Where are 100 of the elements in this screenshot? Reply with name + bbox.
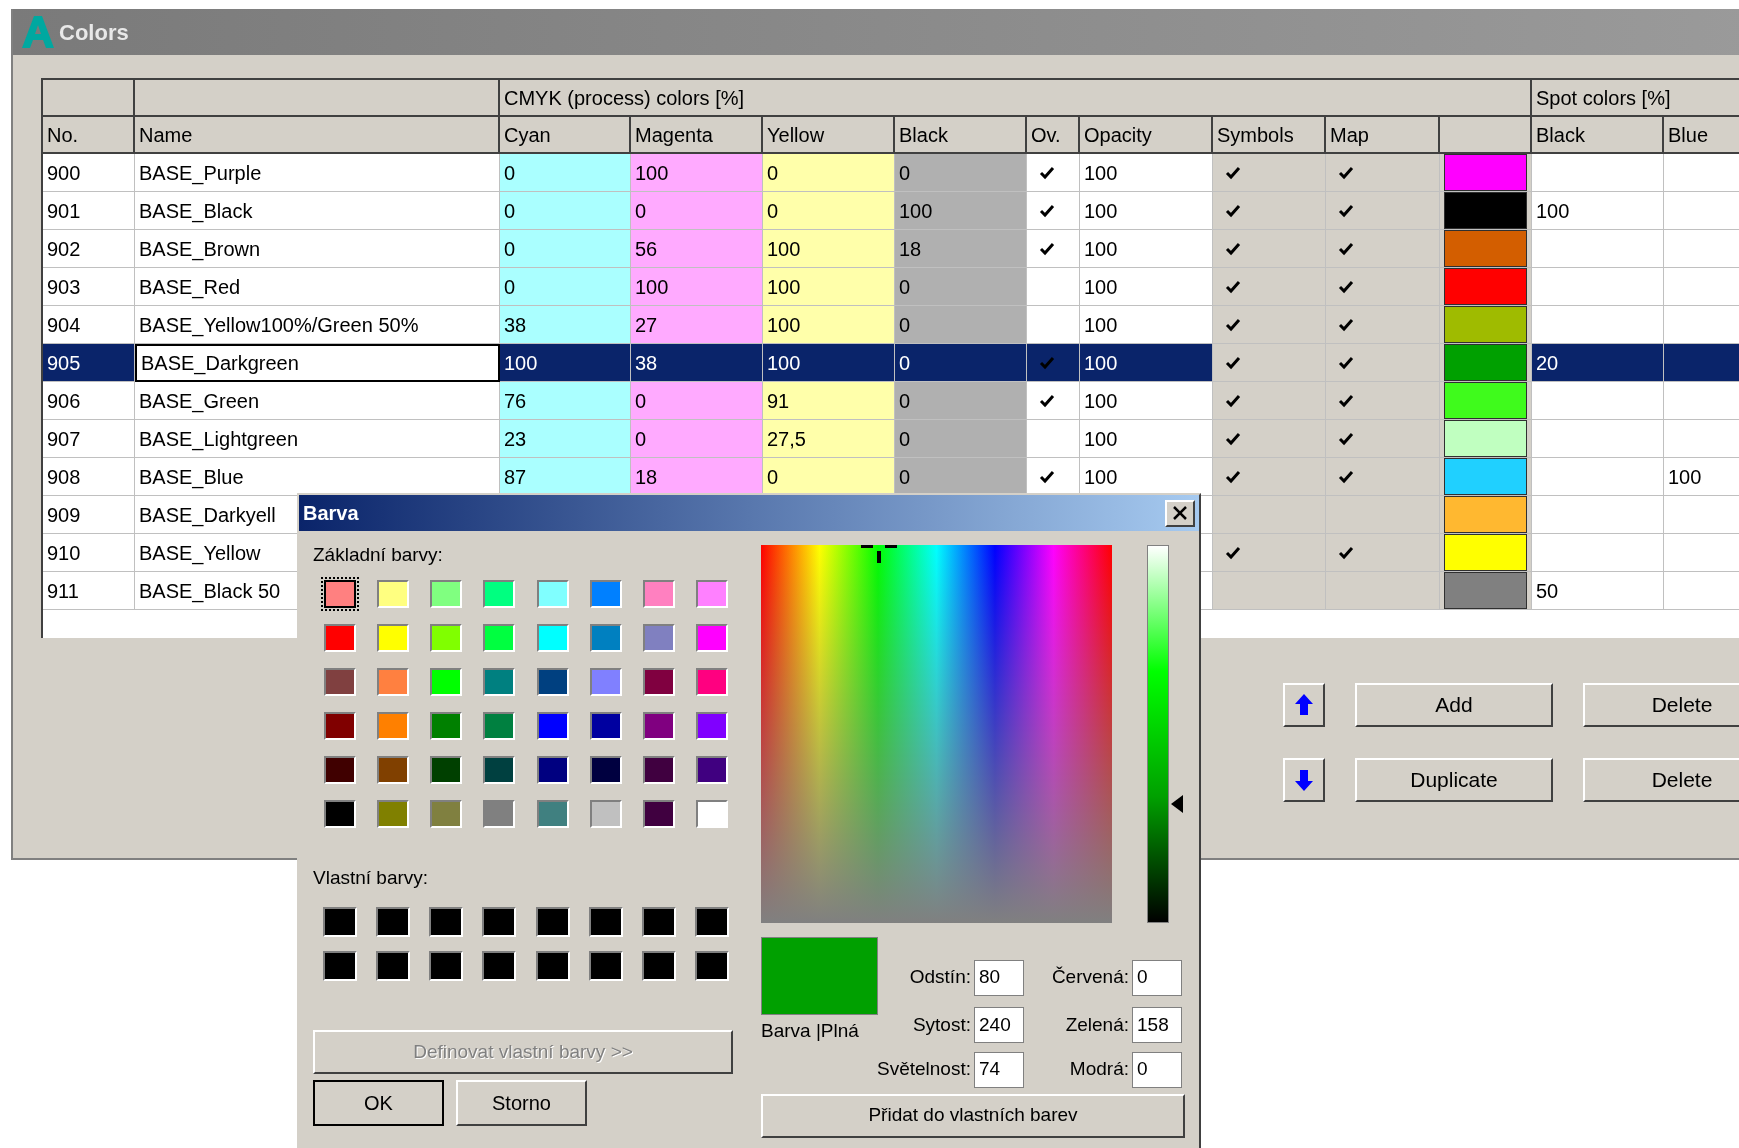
check-cell[interactable] xyxy=(1213,496,1326,534)
custom-color-choice[interactable] xyxy=(588,951,623,981)
slider-arrow-icon[interactable] xyxy=(1171,795,1183,813)
check-cell[interactable] xyxy=(1213,534,1326,572)
table-row[interactable]: 900 BASE_Purple 0 100 0 0 100 xyxy=(43,154,1739,192)
table-cell: 18 xyxy=(895,230,1027,268)
custom-color-choice[interactable] xyxy=(322,951,357,981)
check-icon xyxy=(1338,203,1354,218)
check-icon xyxy=(1039,203,1055,218)
custom-color-choice[interactable] xyxy=(695,907,730,937)
table-cell: 100 xyxy=(631,154,763,192)
check-icon xyxy=(1039,469,1055,484)
check-cell[interactable] xyxy=(1326,306,1440,344)
number-field[interactable]: 0 xyxy=(1132,1051,1182,1088)
number-field[interactable]: 0 xyxy=(1132,959,1182,996)
custom-color-choice[interactable] xyxy=(482,951,517,981)
move-down-button[interactable] xyxy=(1283,758,1325,802)
custom-color-choice[interactable] xyxy=(535,907,570,937)
table-cell: 0 xyxy=(895,420,1027,458)
table-row[interactable]: 904 BASE_Yellow100%/Green 50% 38 27 100 0 100 xyxy=(43,306,1739,344)
column-group-header: Spot colors [%] xyxy=(1532,80,1739,115)
check-cell[interactable] xyxy=(1326,572,1440,610)
custom-color-choice[interactable] xyxy=(695,951,730,981)
table-row[interactable]: 907 BASE_Lightgreen 23 0 27,5 0 100 xyxy=(43,420,1739,458)
close-button[interactable] xyxy=(1165,499,1195,527)
table-cell: 0 xyxy=(895,306,1027,344)
check-icon xyxy=(1225,241,1241,256)
color-choice[interactable] xyxy=(320,576,359,611)
table-row[interactable]: 906 BASE_Green 76 0 91 0 100 xyxy=(43,382,1739,420)
custom-color-choice[interactable] xyxy=(429,907,464,937)
number-field[interactable]: 158 xyxy=(1132,1006,1182,1043)
table-cell: 0 xyxy=(500,192,631,230)
arrow-up-icon xyxy=(1294,693,1314,717)
check-cell[interactable] xyxy=(1213,154,1326,192)
check-cell[interactable] xyxy=(1326,382,1440,420)
check-cell[interactable] xyxy=(1213,192,1326,230)
check-cell[interactable] xyxy=(1213,420,1326,458)
action-button[interactable]: Delete xyxy=(1583,758,1739,802)
color-spectrum[interactable] xyxy=(761,545,1112,923)
custom-color-choice[interactable] xyxy=(482,907,517,937)
column-group-header: CMYK (process) colors [%] xyxy=(500,80,1532,115)
move-up-button[interactable] xyxy=(1283,683,1325,727)
column-header[interactable]: Ov. xyxy=(1027,117,1080,152)
column-header[interactable]: Yellow xyxy=(763,117,895,152)
custom-color-choice[interactable] xyxy=(642,907,677,937)
check-cell[interactable] xyxy=(1213,458,1326,496)
check-cell[interactable] xyxy=(1326,458,1440,496)
column-header[interactable]: Name xyxy=(135,117,500,152)
field-label: Odstín: xyxy=(909,966,971,988)
table-row[interactable]: 901 BASE_Black 0 0 0 100 100 100 xyxy=(43,192,1739,230)
column-header[interactable]: Map xyxy=(1326,117,1440,152)
table-row[interactable]: 902 BASE_Brown 0 56 100 18 100 xyxy=(43,230,1739,268)
number-field[interactable]: 240 xyxy=(974,1006,1024,1043)
check-cell[interactable] xyxy=(1326,154,1440,192)
column-header[interactable]: Black xyxy=(1532,117,1664,152)
table-row[interactable]: 903 BASE_Red 0 100 100 0 100 xyxy=(43,268,1739,306)
check-cell[interactable] xyxy=(1213,382,1326,420)
check-cell[interactable] xyxy=(1213,344,1326,382)
table-cell[interactable]: BASE_Darkgreen xyxy=(135,344,500,382)
check-cell[interactable] xyxy=(1326,192,1440,230)
table-row[interactable]: 905 BASE_Darkgreen 100 38 100 0 100 20 xyxy=(43,344,1739,382)
table-row[interactable]: 908 BASE_Blue 87 18 0 0 100 100 xyxy=(43,458,1739,496)
action-button[interactable]: Add xyxy=(1355,683,1553,727)
column-header[interactable]: Blue xyxy=(1664,117,1739,152)
check-cell[interactable] xyxy=(1326,344,1440,382)
custom-color-choice[interactable] xyxy=(642,951,677,981)
custom-color-choice[interactable] xyxy=(375,951,410,981)
action-button[interactable]: Duplicate xyxy=(1355,758,1553,802)
action-button[interactable]: Delete xyxy=(1583,683,1739,727)
check-cell[interactable] xyxy=(1213,230,1326,268)
table-cell: 91 xyxy=(763,382,895,420)
check-cell[interactable] xyxy=(1213,306,1326,344)
column-header[interactable]: Opacity xyxy=(1080,117,1213,152)
column-header[interactable]: No. xyxy=(43,117,135,152)
check-cell[interactable] xyxy=(1326,420,1440,458)
number-field[interactable]: 74 xyxy=(974,1051,1024,1088)
check-cell[interactable] xyxy=(1326,268,1440,306)
column-header[interactable]: Symbols xyxy=(1213,117,1326,152)
cancel-button[interactable]: Storno xyxy=(456,1080,587,1126)
check-cell[interactable] xyxy=(1326,534,1440,572)
preview-label: Barva |Plná xyxy=(761,1019,860,1043)
check-icon xyxy=(1225,545,1241,560)
custom-color-choice[interactable] xyxy=(322,907,357,937)
check-icon xyxy=(1039,165,1055,180)
check-icon xyxy=(1225,393,1241,408)
custom-color-choice[interactable] xyxy=(375,907,410,937)
number-field[interactable]: 80 xyxy=(974,959,1024,996)
check-cell[interactable] xyxy=(1213,268,1326,306)
custom-color-choice[interactable] xyxy=(588,907,623,937)
section-label: Vlastní barvy: xyxy=(313,865,430,890)
luminance-bar[interactable] xyxy=(1147,545,1169,923)
ok-button[interactable]: OK xyxy=(313,1080,444,1126)
column-header[interactable]: Black xyxy=(895,117,1027,152)
add-to-custom-colors-button[interactable]: Přidat do vlastních barev xyxy=(761,1093,1185,1138)
column-header[interactable]: Magenta xyxy=(631,117,763,152)
custom-color-choice[interactable] xyxy=(429,951,464,981)
custom-color-choice[interactable] xyxy=(535,951,570,981)
column-header[interactable]: Cyan xyxy=(500,117,631,152)
check-cell[interactable] xyxy=(1213,572,1326,610)
check-cell[interactable] xyxy=(1326,230,1440,268)
